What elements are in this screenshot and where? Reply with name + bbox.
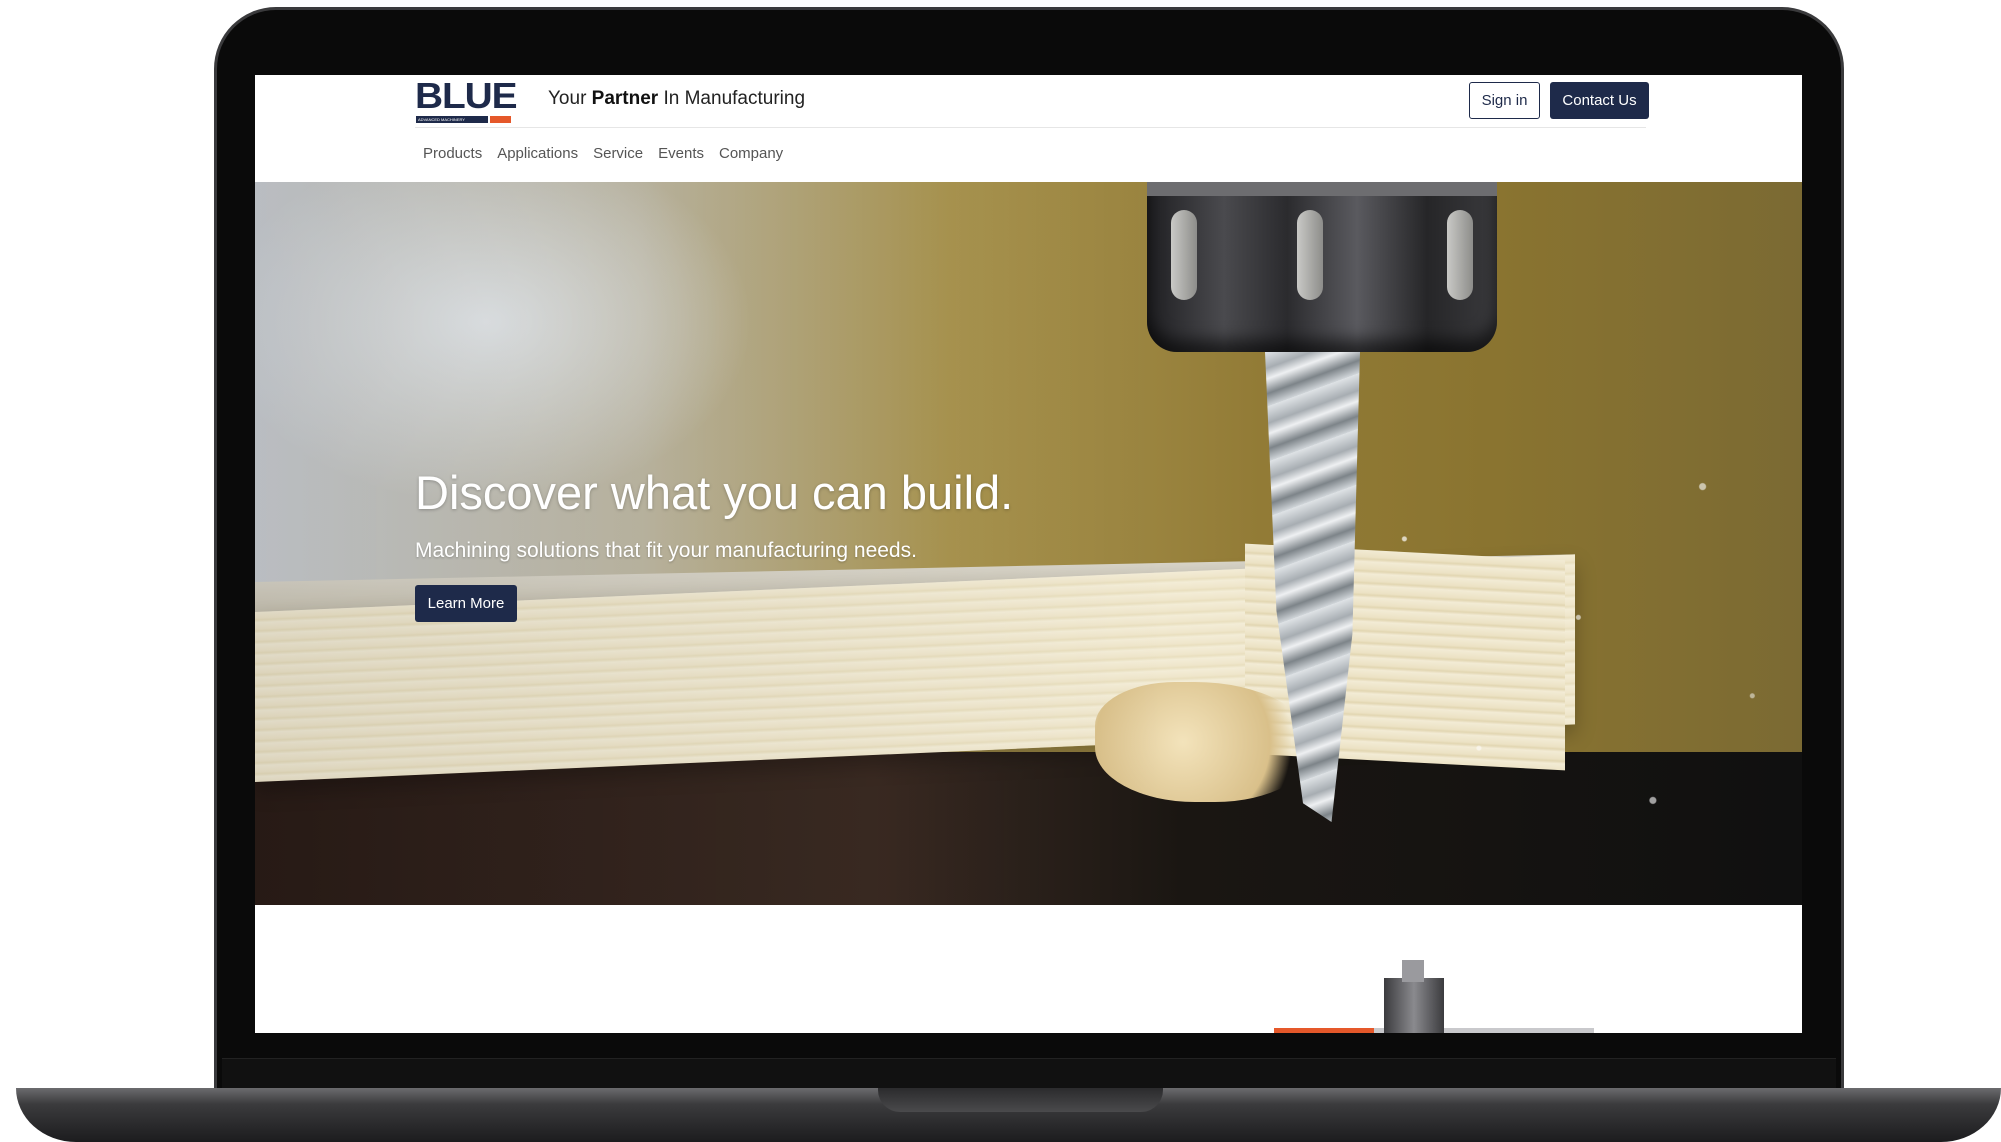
hero-title: Discover what you can build. — [415, 466, 1014, 519]
product-machine-image — [1274, 960, 1594, 1033]
nav-item-events[interactable]: Events — [658, 145, 704, 162]
nav-item-applications[interactable]: Applications — [497, 145, 578, 162]
tagline-bold: Partner — [591, 88, 659, 109]
sign-in-button[interactable]: Sign in — [1469, 82, 1540, 119]
machine-body — [1384, 978, 1444, 1033]
main-nav: Products Applications Service Events Com… — [423, 145, 783, 162]
learn-more-button[interactable]: Learn More — [415, 585, 517, 622]
browser-viewport: BLUE ADVANCED MACHINERY Your Partner In … — [255, 75, 1802, 1033]
machine-head — [1402, 960, 1424, 982]
nav-item-company[interactable]: Company — [719, 145, 783, 162]
nav-item-service[interactable]: Service — [593, 145, 643, 162]
machine-orange-stripe — [1274, 1028, 1374, 1033]
site-header: BLUE ADVANCED MACHINERY Your Partner In … — [415, 75, 1649, 128]
logo-wordmark: BLUE — [415, 75, 518, 116]
hero-banner: Discover what you can build. Machining s… — [255, 182, 1802, 905]
logo-subtext: ADVANCED MACHINERY — [416, 116, 488, 123]
brand-logo[interactable]: BLUE ADVANCED MACHINERY — [415, 76, 518, 123]
nav-item-products[interactable]: Products — [423, 145, 482, 162]
tagline-suffix: In Manufacturing — [658, 88, 806, 109]
brand-tagline: Your Partner In Manufacturing — [548, 88, 805, 110]
logo-accent-block — [490, 116, 511, 123]
laptop-base-notch — [878, 1088, 1163, 1112]
hero-subtitle: Machining solutions that fit your manufa… — [415, 539, 917, 562]
tagline-prefix: Your — [548, 88, 592, 109]
contact-us-button[interactable]: Contact Us — [1550, 82, 1649, 119]
